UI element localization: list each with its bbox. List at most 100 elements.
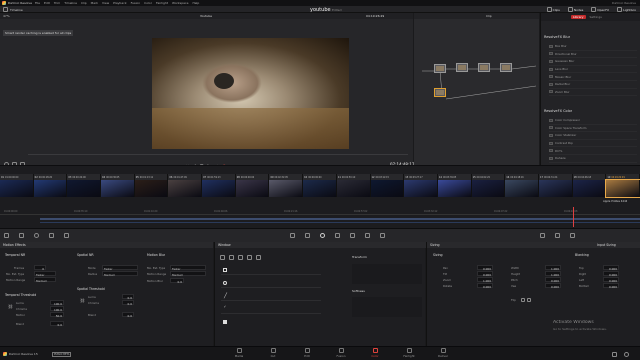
clip-thumbnail[interactable] [0, 180, 34, 197]
menu-item-workspace[interactable]: Workspace [172, 1, 188, 5]
sizing-mode-select[interactable]: Input Sizing [597, 243, 616, 247]
fx-item[interactable]: Color Compressor [549, 117, 637, 125]
right-field[interactable]: 0.000 [603, 271, 619, 277]
rgb-mixer-icon[interactable] [49, 233, 54, 238]
motion-range-select[interactable]: Medium [34, 277, 56, 283]
timeline-icon[interactable] [3, 7, 8, 12]
curves-icon[interactable] [290, 233, 295, 238]
tracker-icon[interactable] [335, 233, 340, 238]
clips-button[interactable]: Clips [546, 7, 560, 12]
camera-raw-icon[interactable] [4, 233, 9, 238]
window-tool-5-icon[interactable] [256, 255, 261, 260]
clip-thumbnail[interactable] [168, 180, 203, 197]
fx-item[interactable]: Mosaic Blur [549, 73, 637, 81]
clip-thumbnail[interactable] [134, 180, 169, 197]
width-field[interactable]: 1.000 [545, 265, 561, 271]
spatial-chroma-field[interactable]: 0.0 [122, 300, 134, 306]
mb-motion-blur-field[interactable]: 0.0 [170, 278, 184, 284]
menu-item-edit[interactable]: Edit [44, 1, 50, 5]
menu-item-color[interactable]: Color [144, 1, 152, 5]
window-tool-1-icon[interactable] [220, 255, 225, 260]
node-04[interactable] [500, 63, 512, 72]
fx-item[interactable]: Radial Blur [549, 81, 637, 89]
window-tool-4-icon[interactable] [247, 255, 252, 260]
page-tab-fusion[interactable]: Fusion [332, 348, 350, 358]
lightbox-button[interactable]: Lightbox [617, 7, 636, 12]
window-shape-circle[interactable] [221, 279, 321, 288]
mb-mo-est-select[interactable]: Faster [170, 265, 206, 271]
window-shape-curve[interactable]: ◜ [221, 305, 321, 314]
fx-item[interactable]: DCTL [549, 147, 637, 155]
menu-item-help[interactable]: Help [192, 1, 199, 5]
page-tab-deliver[interactable]: Deliver [434, 348, 452, 358]
tab-library[interactable]: Library [571, 15, 586, 19]
menu-item-timeline[interactable]: Timeline [64, 1, 77, 5]
page-tab-edit[interactable]: Edit [298, 348, 316, 358]
fx-item[interactable]: Box Blur [549, 43, 637, 51]
node-05[interactable] [434, 88, 446, 97]
fx-item[interactable]: Color Stabilizer [549, 132, 637, 140]
openfx-button[interactable]: OpenFX [591, 7, 609, 12]
window-tool-3-icon[interactable] [238, 255, 243, 260]
fx-item[interactable]: Zoom Blur [549, 89, 637, 97]
window-icon[interactable] [320, 233, 325, 238]
clip-thumbnail[interactable] [303, 180, 337, 197]
bottom-field[interactable]: 0.000 [603, 283, 619, 289]
node-02[interactable] [456, 63, 468, 72]
blur-icon[interactable] [365, 233, 370, 238]
frames-field[interactable]: 0 [34, 265, 46, 271]
clip-thumbnail[interactable] [202, 180, 236, 197]
flip-horizontal-icon[interactable] [521, 298, 525, 302]
viewer-scrubber[interactable] [28, 154, 408, 155]
page-tab-fairlight[interactable]: Fairlight [400, 348, 418, 358]
nodes-button[interactable]: Nodes [567, 7, 583, 12]
mo-est-select[interactable]: Faster [34, 271, 56, 277]
clip-thumbnail[interactable] [404, 180, 438, 197]
menu-app-name[interactable]: DaVinci Resolve [8, 1, 32, 5]
link-icon[interactable]: ⛓ [8, 304, 13, 309]
clip-thumbnail[interactable] [235, 180, 270, 197]
clip-thumbnail[interactable] [101, 180, 135, 197]
clip-thumbnail[interactable] [572, 180, 607, 197]
menu-item-fairlight[interactable]: Fairlight [156, 1, 168, 5]
window-shape-polygon[interactable]: ╱ [221, 292, 321, 301]
page-tab-cut[interactable]: Cut [264, 348, 282, 358]
fx-item[interactable]: Dehaze [549, 155, 637, 163]
menu-item-fusion[interactable]: Fusion [131, 1, 141, 5]
project-settings-icon[interactable] [624, 352, 629, 357]
viewer-zoom[interactable]: 47% [3, 14, 10, 18]
clip-thumbnail[interactable] [33, 180, 68, 197]
menu-item-trim[interactable]: Trim [54, 1, 60, 5]
page-tab-media[interactable]: Media [230, 348, 248, 358]
color-wheels-icon[interactable] [34, 233, 39, 238]
menu-item-view[interactable]: View [102, 1, 109, 5]
clip-thumbnail[interactable] [505, 180, 539, 197]
playhead[interactable] [573, 207, 574, 227]
menu-item-playback[interactable]: Playback [113, 1, 126, 5]
magic-mask-icon[interactable] [350, 233, 355, 238]
menu-item-file[interactable]: File [35, 1, 40, 5]
pitch-field[interactable]: 0.000 [545, 277, 561, 283]
rotate-field[interactable]: 0.000 [477, 283, 493, 289]
left-field[interactable]: 0.000 [603, 277, 619, 283]
zoom-field[interactable]: 1.000 [477, 277, 493, 283]
pan-field[interactable]: 0.000 [477, 265, 493, 271]
clip-thumbnail[interactable] [336, 180, 371, 197]
color-match-icon[interactable] [19, 233, 24, 238]
fx-item[interactable]: Gaussian Blur [549, 58, 637, 66]
fx-item[interactable]: Directional Blur [549, 51, 637, 59]
menu-item-mark[interactable]: Mark [91, 1, 98, 5]
spatial-mode-select[interactable]: Faster [102, 265, 138, 271]
clip-thumbnail[interactable] [269, 180, 304, 197]
height-field[interactable]: 1.000 [545, 271, 561, 277]
motion-field[interactable]: 50.0 [50, 312, 64, 318]
clip-thumbnail[interactable] [471, 180, 506, 197]
spatial-radius-select[interactable]: Medium [102, 271, 138, 277]
yaw-field[interactable]: 0.000 [545, 283, 561, 289]
fx-item[interactable]: Color Space Transform [549, 125, 637, 133]
node-01[interactable] [434, 64, 446, 73]
timeline-track-1[interactable] [40, 218, 640, 220]
key-icon[interactable] [380, 233, 385, 238]
spatial-luma-field[interactable]: 0.0 [122, 294, 134, 300]
clip-thumbnail[interactable] [538, 180, 573, 197]
